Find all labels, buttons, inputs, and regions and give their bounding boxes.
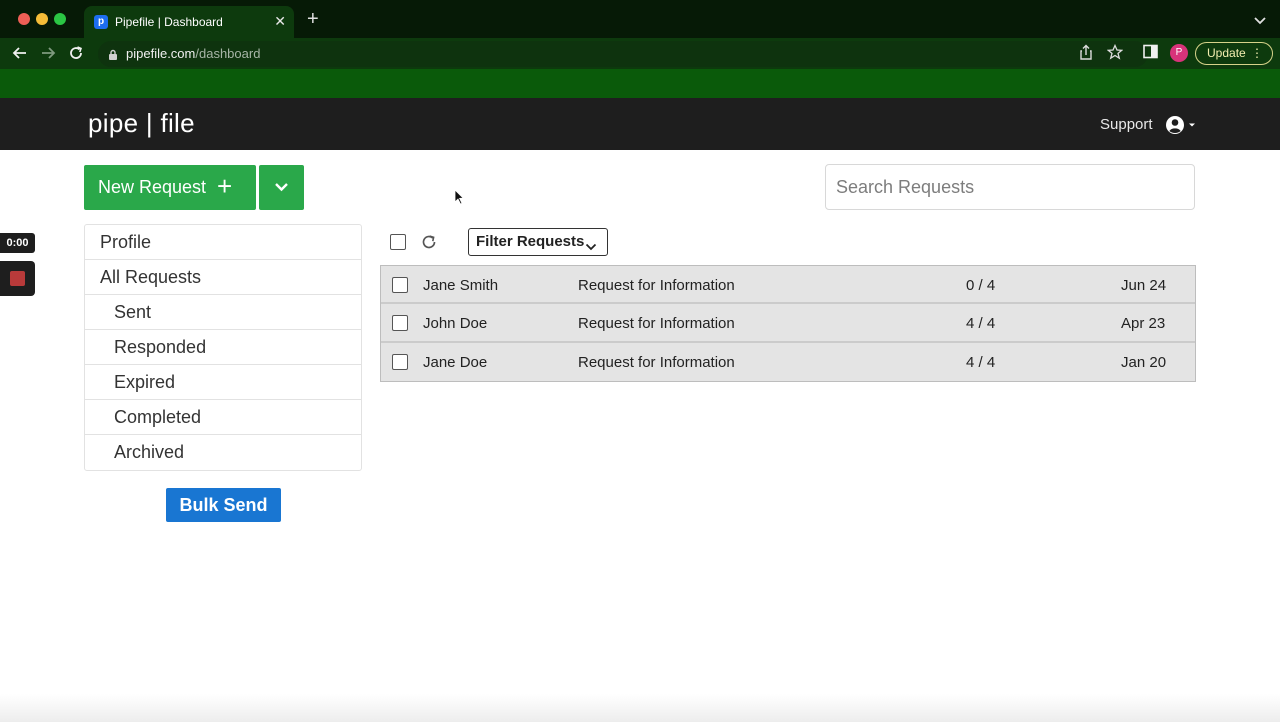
request-date: Jun 24 — [1121, 277, 1167, 294]
chevron-down-icon — [275, 183, 288, 192]
window-close-button[interactable] — [18, 13, 30, 25]
new-request-button[interactable]: New Request + — [84, 165, 256, 210]
browser-bookmark-bar — [0, 69, 1280, 98]
browser-update-button[interactable]: Update ⋮ — [1195, 42, 1273, 65]
tab-close-icon[interactable]: ✕ — [274, 13, 286, 30]
app-navbar: pipe | file Support — [0, 98, 1280, 150]
request-progress: 4 / 4 — [966, 353, 996, 371]
user-account-menu[interactable] — [1165, 115, 1197, 140]
reload-icon[interactable] — [67, 44, 85, 62]
recipient-name: John Doe — [423, 315, 488, 333]
chevron-down-icon — [585, 235, 597, 260]
refresh-icon[interactable] — [420, 233, 438, 256]
request-progress: 4 / 4 — [966, 315, 996, 333]
row-checkbox[interactable] — [392, 315, 408, 332]
brand-logo[interactable]: pipe | file — [88, 108, 195, 139]
recipient-name: Jane Smith — [423, 277, 499, 294]
select-all-checkbox[interactable] — [390, 234, 406, 250]
sidebar-item-archived[interactable]: Archived — [85, 435, 361, 470]
address-bar[interactable]: pipefile.com/dashboard — [98, 41, 1148, 67]
bookmark-star-icon[interactable] — [1106, 43, 1124, 65]
filter-requests-label: Filter Requests — [476, 233, 585, 250]
browser-tab-strip: p Pipefile | Dashboard ✕ + — [0, 0, 1280, 38]
sidebar-item-all-requests[interactable]: All Requests — [85, 260, 361, 295]
window-minimize-button[interactable] — [36, 13, 48, 25]
support-link[interactable]: Support — [1100, 116, 1153, 133]
table-row[interactable]: Jane Smith Request for Information 0 / 4… — [381, 266, 1195, 305]
window-bottom-shadow — [0, 694, 1280, 722]
request-type: Request for Information — [578, 315, 735, 333]
forward-arrow-icon[interactable] — [39, 44, 57, 62]
stop-recording-button[interactable] — [0, 261, 35, 296]
url-text: pipefile.com/dashboard — [126, 46, 261, 61]
new-tab-icon[interactable]: + — [307, 9, 319, 29]
sidebar-nav: Profile All Requests Sent Responded Expi… — [84, 224, 362, 471]
browser-toolbar: pipefile.com/dashboard P Update ⋮ — [0, 38, 1280, 69]
recipient-name: Jane Doe — [423, 353, 488, 371]
row-checkbox[interactable] — [392, 353, 408, 370]
browser-tab[interactable]: p Pipefile | Dashboard ✕ — [84, 6, 294, 38]
sidebar-item-sent[interactable]: Sent — [85, 295, 361, 330]
request-date: Apr 23 — [1121, 315, 1166, 333]
table-row[interactable]: John Doe Request for Information 4 / 4 A… — [381, 304, 1195, 343]
table-row[interactable]: Jane Doe Request for Information 4 / 4 J… — [381, 343, 1195, 381]
new-request-label: New Request — [98, 177, 207, 197]
side-panel-icon[interactable] — [1143, 44, 1158, 64]
request-type: Request for Information — [578, 353, 735, 371]
search-requests-input[interactable] — [825, 164, 1195, 210]
bulk-send-button[interactable]: Bulk Send — [166, 488, 281, 522]
sidebar-item-profile[interactable]: Profile — [85, 225, 361, 260]
new-request-dropdown-button[interactable] — [259, 165, 304, 210]
lock-icon — [108, 48, 118, 66]
more-vertical-icon: ⋮ — [1251, 46, 1263, 60]
tab-search-chevron-icon[interactable] — [1254, 13, 1266, 31]
tab-title: Pipefile | Dashboard — [115, 15, 223, 29]
pipefile-favicon-icon: p — [94, 15, 108, 29]
share-icon[interactable] — [1079, 44, 1093, 65]
request-date: Jan 20 — [1121, 353, 1167, 371]
recording-timer: 0:00 — [0, 233, 35, 253]
mouse-cursor-icon — [454, 189, 465, 210]
row-checkbox[interactable] — [392, 277, 408, 293]
request-type: Request for Information — [578, 277, 735, 294]
sidebar-item-completed[interactable]: Completed — [85, 400, 361, 435]
plus-icon: + — [217, 171, 233, 201]
sidebar-item-expired[interactable]: Expired — [85, 365, 361, 400]
browser-profile-avatar[interactable]: P — [1170, 44, 1188, 62]
stop-icon — [10, 271, 25, 286]
filter-requests-button[interactable]: Filter Requests — [468, 228, 608, 256]
window-zoom-button[interactable] — [54, 13, 66, 25]
back-arrow-icon[interactable] — [11, 44, 29, 62]
sidebar-item-responded[interactable]: Responded — [85, 330, 361, 365]
request-progress: 0 / 4 — [966, 277, 996, 294]
requests-table: Jane Smith Request for Information 0 / 4… — [380, 265, 1196, 382]
